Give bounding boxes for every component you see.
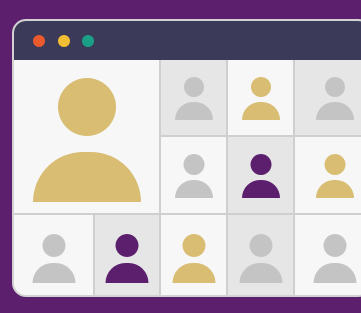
- avatar-body: [239, 263, 282, 283]
- avatar-body: [315, 102, 354, 120]
- person-avatar-icon: [228, 215, 293, 295]
- participant-tile[interactable]: [161, 137, 226, 213]
- person-avatar-icon: [14, 60, 159, 213]
- avatar-body: [174, 102, 213, 120]
- avatar-head: [183, 77, 204, 97]
- avatar-body: [32, 263, 75, 283]
- person-avatar-icon: [14, 215, 93, 295]
- person-avatar-icon: [95, 215, 159, 295]
- minimize-dot[interactable]: [58, 35, 70, 47]
- avatar-body: [313, 263, 356, 283]
- avatar-head: [182, 234, 205, 257]
- person-avatar-icon: [161, 137, 226, 213]
- participant-tile[interactable]: [295, 60, 361, 135]
- featured-participant-tile[interactable]: [14, 60, 159, 213]
- participant-tile[interactable]: [161, 60, 226, 135]
- participant-tile[interactable]: [228, 215, 293, 295]
- avatar-body: [174, 180, 213, 198]
- person-avatar-icon: [295, 137, 361, 213]
- participant-tile[interactable]: [95, 215, 159, 295]
- participant-tile[interactable]: [228, 60, 293, 135]
- person-avatar-icon: [161, 215, 226, 295]
- avatar-head: [250, 154, 271, 175]
- participant-grid: [14, 60, 361, 295]
- avatar-body: [105, 263, 149, 283]
- maximize-dot[interactable]: [82, 35, 94, 47]
- window-titlebar: [14, 21, 361, 60]
- person-avatar-icon: [295, 215, 361, 295]
- avatar-body: [241, 102, 280, 120]
- avatar-body: [172, 263, 215, 283]
- avatar-head: [42, 234, 65, 257]
- avatar-head: [250, 77, 271, 97]
- participant-tile[interactable]: [295, 137, 361, 213]
- participant-tile[interactable]: [295, 215, 361, 295]
- person-avatar-icon: [295, 60, 361, 135]
- person-avatar-icon: [161, 60, 226, 135]
- avatar-body: [315, 180, 354, 198]
- avatar-head: [323, 234, 346, 257]
- close-dot[interactable]: [33, 35, 45, 47]
- avatar-head: [183, 154, 204, 175]
- avatar-body: [241, 180, 280, 198]
- person-avatar-icon: [228, 137, 293, 213]
- avatar-head: [249, 234, 272, 257]
- avatar-head: [115, 234, 139, 257]
- person-avatar-icon: [228, 60, 293, 135]
- participant-tile[interactable]: [14, 215, 93, 295]
- video-call-window: [12, 19, 361, 297]
- avatar-head: [324, 154, 345, 175]
- avatar-head: [324, 77, 345, 97]
- avatar-head: [57, 78, 116, 136]
- participant-tile[interactable]: [161, 215, 226, 295]
- avatar-body: [32, 152, 141, 202]
- participant-tile[interactable]: [228, 137, 293, 213]
